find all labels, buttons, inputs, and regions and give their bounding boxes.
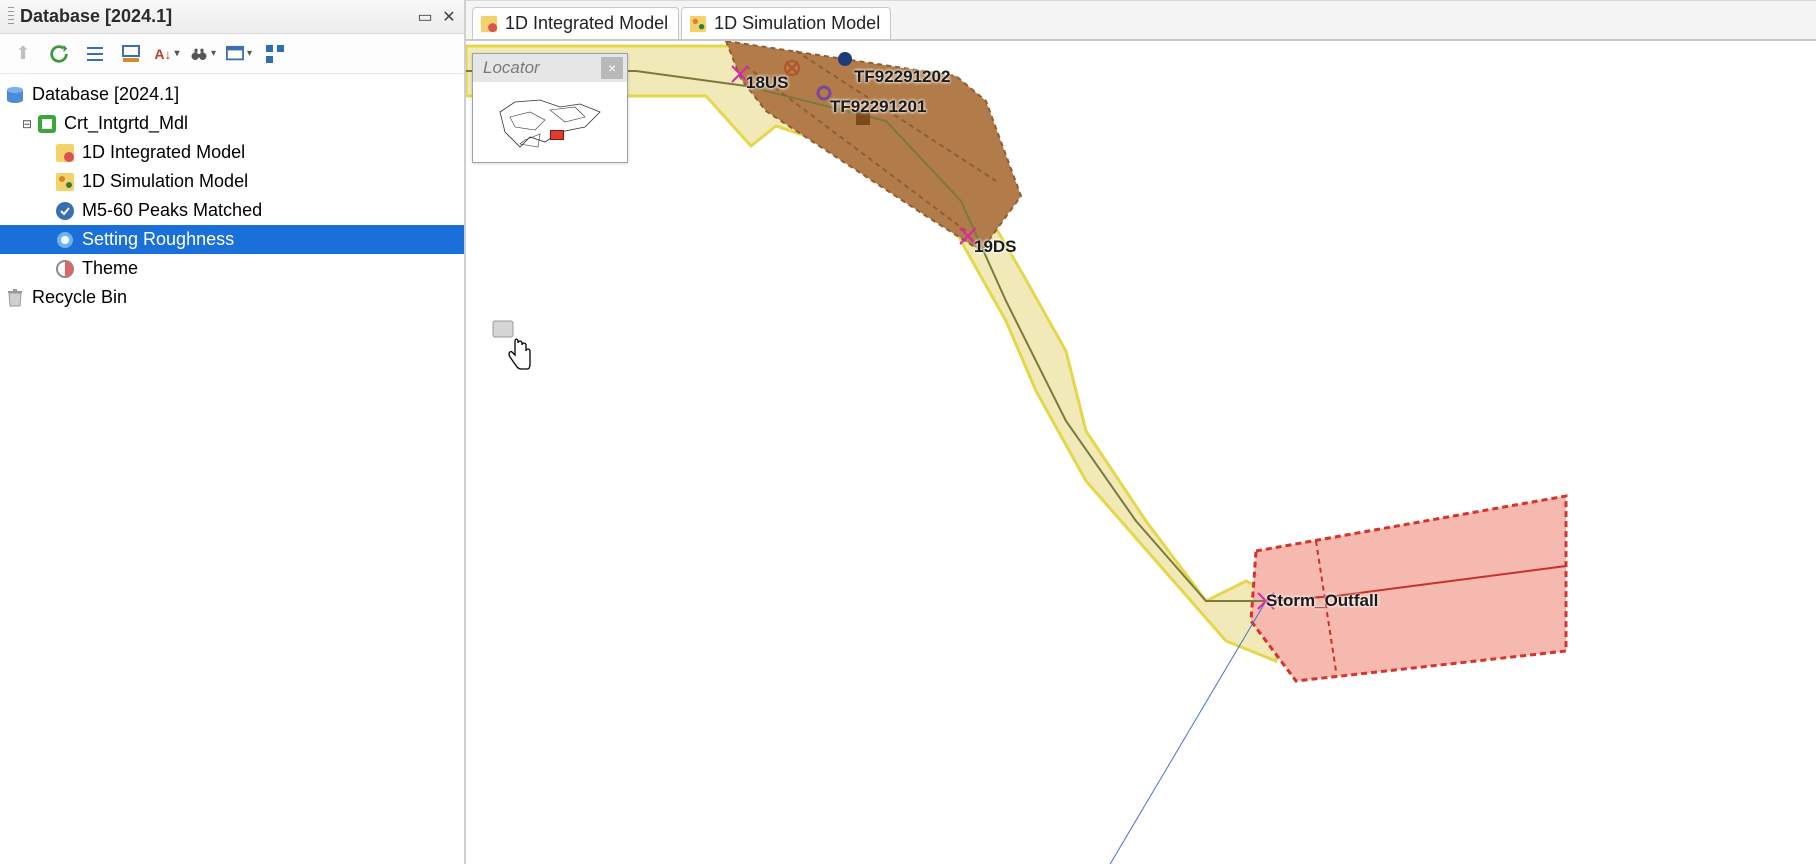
node-label-tf01: TF92291201	[830, 97, 926, 117]
tree-root-label: Database [2024.1]	[32, 84, 179, 105]
node-label-18us: 18US	[746, 73, 789, 93]
tree-group[interactable]: ⊟ Crt_Intgrtd_Mdl	[0, 109, 464, 138]
node-blue-1[interactable]	[838, 52, 852, 66]
integrated-model-icon	[54, 142, 76, 164]
map-panel: 1D Integrated Model 1D Simulation Model	[466, 0, 1816, 864]
map-svg	[466, 41, 1816, 864]
outfall-red	[1251, 496, 1566, 681]
selection-list-icon	[54, 229, 76, 251]
model-group-icon	[36, 113, 58, 135]
theme-icon	[54, 258, 76, 280]
restore-icon[interactable]: ▭	[414, 6, 436, 28]
panel-title: Database [2024.1]	[20, 6, 412, 27]
integrated-model-icon	[479, 14, 499, 34]
up-arrow-icon[interactable]: ⬆	[10, 41, 36, 67]
tab-bar: 1D Integrated Model 1D Simulation Model	[466, 1, 1816, 41]
box-icon[interactable]	[118, 41, 144, 67]
binoculars-icon[interactable]	[190, 41, 216, 67]
locator-title: Locator	[483, 58, 540, 78]
sort-az-icon[interactable]: A↓	[154, 41, 180, 67]
locator-header[interactable]: Locator ×	[473, 54, 627, 82]
locator-minimap	[490, 92, 610, 152]
panel-titlebar: Database [2024.1] ▭ ✕	[0, 0, 464, 34]
refresh-icon[interactable]	[46, 41, 72, 67]
locator-body[interactable]	[473, 82, 627, 162]
tree-item-theme[interactable]: Theme	[0, 254, 464, 283]
map-canvas[interactable]: 18US TF92291202 TF92291201 19DS Storm_Ou…	[466, 41, 1816, 864]
grip-icon	[8, 7, 14, 27]
node-label-19ds: 19DS	[974, 237, 1017, 257]
tree-item-label: 1D Integrated Model	[82, 142, 245, 163]
tab-simulation[interactable]: 1D Simulation Model	[681, 7, 891, 39]
tree-item-label: Setting Roughness	[82, 229, 234, 250]
drag-ghost-icon	[493, 321, 513, 337]
tree-item-simulation[interactable]: 1D Simulation Model	[0, 167, 464, 196]
blocks-icon[interactable]	[262, 41, 288, 67]
tree-item-integrated[interactable]: 1D Integrated Model	[0, 138, 464, 167]
locator-close-icon[interactable]: ×	[601, 57, 623, 79]
rain-gauge-icon	[54, 200, 76, 222]
tree-root[interactable]: Database [2024.1]	[0, 80, 464, 109]
database-icon	[4, 84, 26, 106]
tree-item-label: Theme	[82, 258, 138, 279]
tree-recycle-label: Recycle Bin	[32, 287, 127, 308]
recycle-bin-icon	[4, 287, 26, 309]
tab-integrated[interactable]: 1D Integrated Model	[472, 7, 679, 39]
database-panel: Database [2024.1] ▭ ✕ ⬆ A↓	[0, 0, 466, 864]
locator-window[interactable]: Locator ×	[472, 53, 628, 163]
tree-item-peaks[interactable]: M5-60 Peaks Matched	[0, 196, 464, 225]
panel-toolbar: ⬆ A↓	[0, 34, 464, 74]
collapse-icon[interactable]: ⊟	[20, 117, 34, 131]
tree-item-roughness[interactable]: Setting Roughness	[0, 225, 464, 254]
simulation-model-icon	[688, 14, 708, 34]
node-label-outfall: Storm_Outfall	[1266, 591, 1378, 611]
tree-item-label: M5-60 Peaks Matched	[82, 200, 262, 221]
tree-recycle[interactable]: Recycle Bin	[0, 283, 464, 312]
locator-viewport-icon	[550, 130, 564, 140]
simulation-model-icon	[54, 171, 76, 193]
tree-group-label: Crt_Intgrtd_Mdl	[64, 113, 188, 134]
database-tree[interactable]: Database [2024.1] ⊟ Crt_Intgrtd_Mdl 1D I…	[0, 74, 464, 864]
tab-label: 1D Simulation Model	[714, 13, 880, 34]
close-icon[interactable]: ✕	[438, 6, 460, 28]
list-icon[interactable]	[82, 41, 108, 67]
tab-label: 1D Integrated Model	[505, 13, 668, 34]
window-icon[interactable]	[226, 41, 252, 67]
tree-item-label: 1D Simulation Model	[82, 171, 248, 192]
node-label-tf02: TF92291202	[854, 67, 950, 87]
